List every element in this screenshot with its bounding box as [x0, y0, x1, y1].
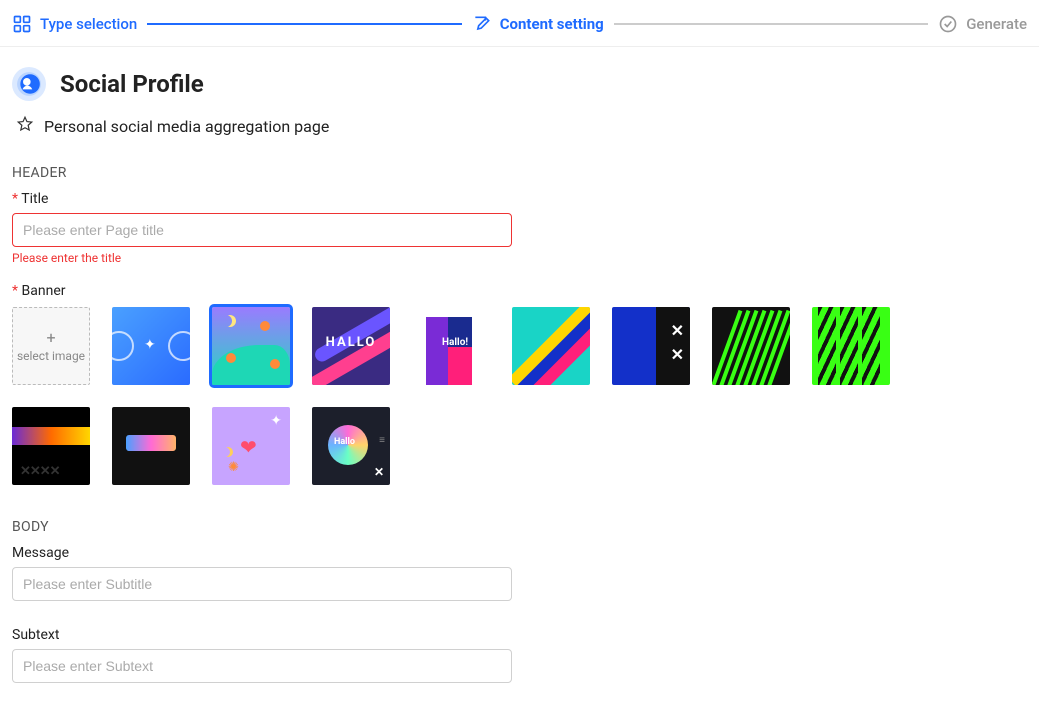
- plus-icon: +: [46, 328, 55, 347]
- subtitle-row: Personal social media aggregation page: [12, 109, 1035, 157]
- star-icon[interactable]: [16, 115, 34, 137]
- step-generate[interactable]: Generate: [938, 14, 1027, 34]
- banner-thumb[interactable]: ✕✕: [612, 307, 690, 385]
- section-header-label: HEADER: [12, 165, 1035, 181]
- step-connector: [614, 23, 928, 25]
- message-input[interactable]: [12, 567, 512, 601]
- content-scroll[interactable]: Social Profile Personal social media agg…: [0, 47, 1039, 704]
- banner-grid: + select image ✦ HALLO Hallo! ✕✕ ✕✕✕✕ ✦❤…: [12, 307, 942, 485]
- banner-thumb[interactable]: [512, 307, 590, 385]
- upload-label: select image: [17, 349, 85, 363]
- step-label: Content setting: [500, 15, 604, 33]
- banner-thumb[interactable]: ✦❤✺: [212, 407, 290, 485]
- profile-chat-icon: [12, 67, 46, 101]
- banner-thumb[interactable]: ✕✕✕✕: [12, 407, 90, 485]
- subtext-label: Subtext: [12, 627, 1035, 643]
- page-title: Social Profile: [60, 70, 204, 98]
- page-subtitle: Personal social media aggregation page: [44, 117, 329, 136]
- wizard-stepper: Type selection Content setting Generate: [0, 0, 1039, 47]
- page-header: Social Profile: [12, 47, 1035, 109]
- subtext-input[interactable]: [12, 649, 512, 683]
- banner-label: Banner: [12, 283, 1035, 299]
- title-input[interactable]: [12, 213, 512, 247]
- banner-thumb[interactable]: Hallo!: [412, 307, 490, 385]
- banner-upload[interactable]: + select image: [12, 307, 90, 385]
- banner-thumb[interactable]: Hallo≡✕: [312, 407, 390, 485]
- check-circle-icon: [938, 14, 958, 34]
- step-label: Generate: [966, 15, 1027, 33]
- step-type-selection[interactable]: Type selection: [12, 14, 137, 34]
- banner-thumb[interactable]: [812, 307, 890, 385]
- title-error: Please enter the title: [12, 251, 1035, 265]
- section-body-label: BODY: [12, 519, 1035, 535]
- banner-thumb[interactable]: ✦: [112, 307, 190, 385]
- banner-thumb[interactable]: HALLO: [312, 307, 390, 385]
- step-connector: [147, 23, 461, 25]
- step-content-setting[interactable]: Content setting: [472, 14, 604, 34]
- banner-thumb[interactable]: [212, 307, 290, 385]
- banner-thumb[interactable]: [712, 307, 790, 385]
- edit-icon: [472, 14, 492, 34]
- title-label: Title: [12, 191, 1035, 207]
- banner-thumb[interactable]: [112, 407, 190, 485]
- message-label: Message: [12, 545, 1035, 561]
- grid-icon: [12, 14, 32, 34]
- step-label: Type selection: [40, 15, 137, 33]
